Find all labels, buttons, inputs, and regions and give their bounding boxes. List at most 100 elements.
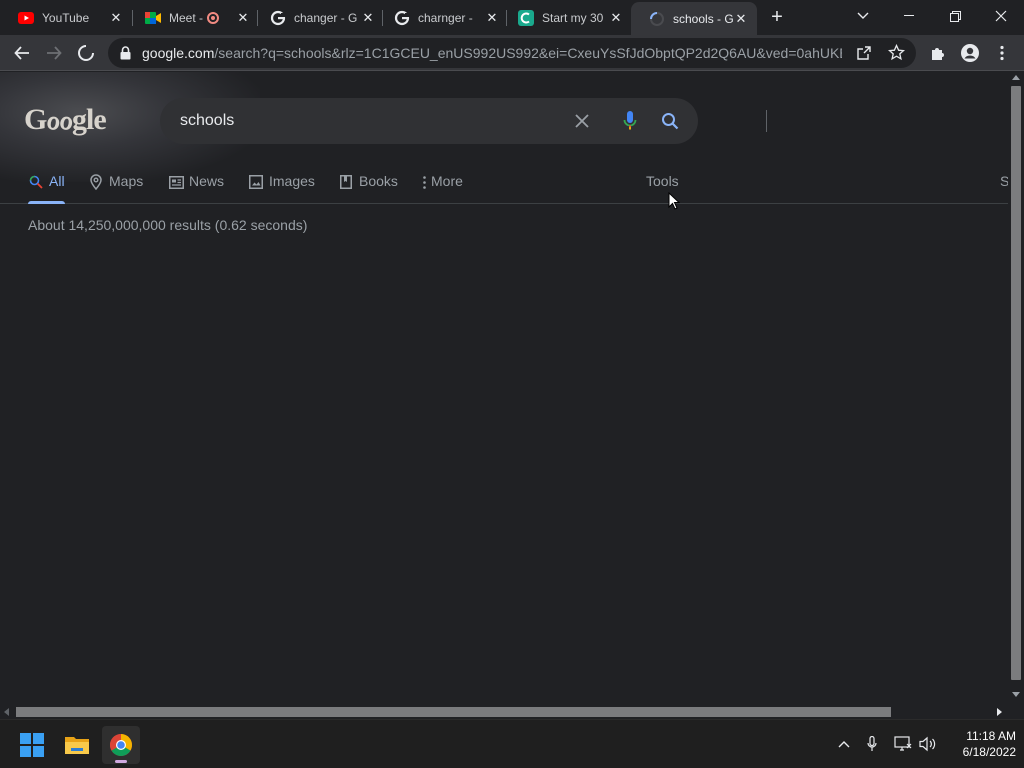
search-box[interactable]	[160, 98, 767, 144]
stop-loading-button[interactable]	[74, 41, 98, 65]
volume-tray-button[interactable]	[918, 734, 938, 754]
tab-changer[interactable]: changer - G ✕	[252, 4, 384, 31]
start-button[interactable]	[13, 726, 51, 764]
google-meet-icon	[145, 10, 161, 26]
tab-start-my[interactable]: Start my 30 ✕	[500, 4, 632, 31]
tab-search-button[interactable]	[840, 0, 886, 32]
microphone-tray-button[interactable]	[862, 734, 882, 754]
search-icon	[28, 174, 44, 190]
youtube-icon	[18, 10, 34, 26]
back-button[interactable]	[10, 41, 34, 65]
close-icon	[995, 10, 1007, 22]
clock-time: 11:18 AM	[966, 729, 1016, 743]
tab-label: Maps	[109, 173, 144, 189]
lock-icon	[120, 46, 131, 65]
tab-images[interactable]: Images	[248, 168, 315, 204]
tab-meet[interactable]: Meet - ✕	[127, 4, 259, 31]
show-hidden-icons-button[interactable]	[834, 734, 854, 754]
chrome-taskbar-button[interactable]	[102, 726, 140, 764]
account-icon	[961, 44, 979, 62]
taskbar-clock[interactable]: 11:18 AM 6/18/2022	[940, 728, 1016, 760]
tab-news[interactable]: News	[168, 168, 224, 204]
tab-maps[interactable]: Maps	[88, 168, 143, 204]
close-tab-icon[interactable]: ✕	[360, 10, 376, 26]
restore-button[interactable]	[932, 0, 978, 32]
folder-icon	[65, 737, 89, 754]
network-icon	[894, 736, 912, 751]
more-vert-icon	[420, 174, 428, 190]
scrollbar-thumb[interactable]	[16, 707, 891, 717]
tab-title: YouTube	[42, 10, 90, 25]
scrollbar-thumb[interactable]	[1011, 86, 1021, 680]
google-doodle-logo[interactable]: Gℴℴgle	[24, 102, 107, 137]
loading-spinner-icon	[649, 11, 665, 27]
search-submit-button[interactable]	[658, 109, 682, 133]
clear-search-button[interactable]	[570, 109, 594, 133]
tab-charnger[interactable]: charnger - ✕	[376, 4, 508, 31]
recording-icon	[207, 11, 220, 24]
search-input[interactable]	[180, 110, 560, 132]
close-tab-icon[interactable]: ✕	[484, 10, 500, 26]
scrollbar-corner	[1008, 704, 1024, 719]
voice-search-button[interactable]	[618, 109, 642, 133]
image-icon	[248, 174, 264, 190]
file-explorer-button[interactable]	[58, 726, 96, 764]
chevron-up-icon	[838, 741, 850, 748]
microphone-icon	[623, 111, 637, 130]
tab-youtube[interactable]: YouTube ✕	[0, 4, 132, 31]
scroll-down-arrow-icon[interactable]	[1012, 692, 1020, 697]
minimize-button[interactable]	[886, 0, 932, 32]
arrow-forward-icon	[47, 46, 62, 60]
vertical-scrollbar[interactable]	[1008, 72, 1024, 704]
url-path: /search?q=schools&rlz=1C1GCEU_enUS992US9…	[214, 45, 842, 61]
tab-label: Images	[269, 173, 315, 189]
search-icon	[662, 113, 679, 130]
safesearch-button[interactable]: S	[1000, 173, 1008, 189]
tab-title: schools - G	[673, 11, 733, 26]
network-tray-button[interactable]	[893, 734, 913, 754]
tab-title: Start my 30	[542, 10, 604, 25]
tab-title: changer - G	[294, 10, 358, 25]
close-tab-icon[interactable]: ✕	[235, 10, 251, 26]
tab-all[interactable]: All	[28, 168, 65, 204]
clock-date: 6/18/2022	[962, 745, 1016, 759]
restore-icon	[949, 10, 961, 22]
chrome-icon	[110, 734, 132, 756]
profile-button[interactable]	[958, 41, 982, 65]
more-vert-icon	[1000, 45, 1004, 61]
microphone-icon	[867, 736, 877, 751]
browser-menu-button[interactable]	[990, 41, 1014, 65]
minimize-icon	[904, 15, 914, 16]
scroll-up-arrow-icon[interactable]	[1012, 75, 1020, 80]
tools-button[interactable]: Tools	[646, 173, 679, 189]
speaker-icon	[919, 736, 936, 752]
close-tab-icon[interactable]: ✕	[733, 11, 749, 27]
book-icon	[338, 174, 354, 190]
windows-taskbar: 11:18 AM 6/18/2022	[0, 719, 1024, 768]
forward-button[interactable]	[42, 41, 66, 65]
browser-toolbar: google.com/search?q=schools&rlz=1C1GCEU_…	[0, 35, 1024, 71]
tab-label: News	[189, 173, 225, 189]
result-stats: About 14,250,000,000 results (0.62 secon…	[28, 217, 308, 233]
scroll-left-arrow-icon[interactable]	[4, 708, 9, 716]
tab-label: Books	[359, 173, 398, 189]
loading-spinner-icon	[78, 45, 94, 61]
close-tab-icon[interactable]: ✕	[108, 10, 124, 26]
close-window-button[interactable]	[978, 0, 1024, 32]
scroll-right-arrow-icon[interactable]	[997, 708, 1002, 716]
search-results-page: Gℴℴgle All Maps	[0, 72, 1008, 704]
bookmark-star-icon[interactable]	[887, 43, 906, 66]
tab-schools-active[interactable]: schools - G ✕	[631, 2, 757, 35]
tab-books[interactable]: Books	[338, 168, 398, 204]
extensions-button[interactable]	[926, 41, 950, 65]
new-tab-button[interactable]: +	[766, 6, 788, 28]
horizontal-scrollbar[interactable]	[0, 704, 1008, 719]
tab-more[interactable]: More	[420, 168, 463, 204]
map-pin-icon	[88, 174, 104, 190]
arrow-back-icon	[14, 46, 29, 60]
address-bar[interactable]: google.com/search?q=schools&rlz=1C1GCEU_…	[108, 38, 916, 68]
share-icon[interactable]	[856, 45, 872, 66]
mouse-cursor-icon	[668, 191, 681, 215]
active-app-indicator	[115, 760, 127, 763]
close-tab-icon[interactable]: ✕	[608, 10, 624, 26]
